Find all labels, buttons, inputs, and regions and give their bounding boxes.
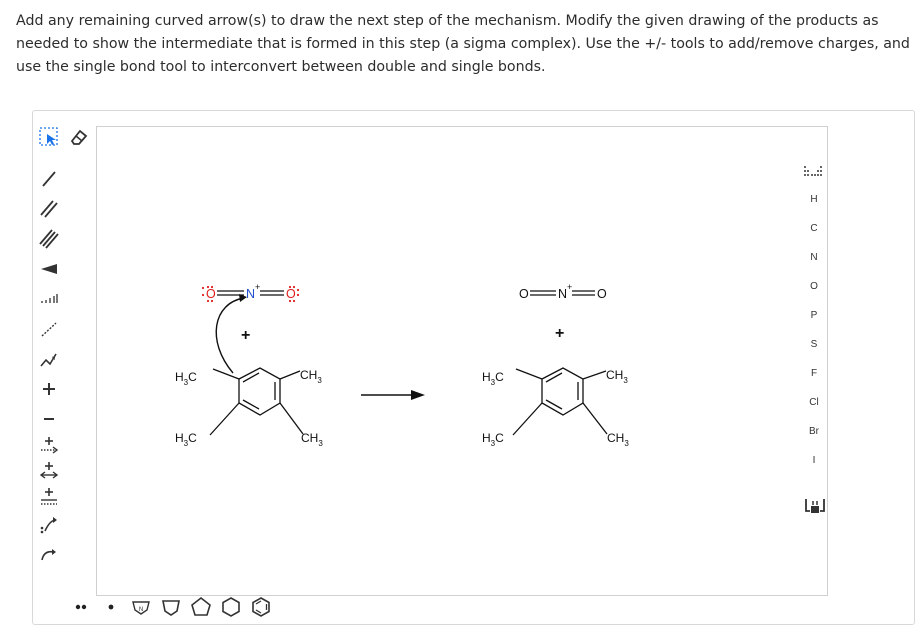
reaction-arrow[interactable] [361,390,425,400]
svg-text:H3C: H3C [175,431,197,448]
radical-dot-icon[interactable] [99,595,123,619]
minus-charge-icon[interactable] [37,407,61,431]
element-button-br[interactable]: Br [802,422,826,442]
svg-text:N: N [139,607,143,613]
svg-text:CH3: CH3 [301,431,323,448]
product-n-charge: + [567,282,572,292]
double-bond-icon[interactable] [37,197,61,221]
reactant-n-charge: + [255,282,260,292]
bottom-toolbar: N [63,593,323,621]
svg-text:CH3: CH3 [607,431,629,448]
reactant-o-left: O [206,287,216,301]
radical-plus-icon[interactable] [37,433,61,457]
curved-arrow-pair-icon[interactable] [37,513,61,537]
element-button-f[interactable]: F [802,364,826,384]
product-aromatic-ring[interactable]: H3C CH3 H3C CH3 [482,367,629,448]
element-button-o[interactable]: O [802,277,826,297]
product-n: N [558,287,567,301]
mechanism-drawing: O N + O + H3C CH3 H3C CH3 O N + O + H3C … [175,282,629,448]
reactant-n: N [246,287,255,301]
plus-charge-icon[interactable] [37,377,61,401]
benzene-icon[interactable] [249,595,273,619]
periodic-table-icon[interactable] [802,160,826,184]
lone-pair-icon[interactable] [69,595,93,619]
svg-text:CH3: CH3 [606,368,628,385]
svg-text:CH3: CH3 [300,368,322,385]
ring-template-icon[interactable] [803,494,827,518]
svg-text:H3C: H3C [482,431,504,448]
element-button-c[interactable]: C [802,219,826,239]
cyclopentane-icon[interactable] [189,595,213,619]
chain-icon[interactable]: n [37,347,61,371]
cyclopropane-icon[interactable]: N [129,595,153,619]
wedge-bond-icon[interactable] [37,257,61,281]
single-bond-icon[interactable] [37,167,61,191]
triple-bond-icon[interactable] [37,227,61,251]
element-list: H C N O P S F Cl Br I [802,190,826,490]
drawing-canvas[interactable]: O N + O + H3C CH3 H3C CH3 O N + O + H3C … [96,126,828,596]
reactant-aromatic-ring[interactable]: H3C CH3 H3C CH3 [175,367,323,448]
question-instructions: Add any remaining curved arrow(s) to dra… [16,13,910,75]
product-nitronium[interactable]: O N + O [519,282,607,301]
element-button-cl[interactable]: Cl [802,393,826,413]
element-button-p[interactable]: P [802,306,826,326]
left-toolbar: n [33,161,67,571]
eraser-icon[interactable] [67,125,91,149]
reactant-o-right: O [286,287,296,301]
cyclobutane-icon[interactable] [159,595,183,619]
product-plus-sign: + [555,325,564,342]
select-icon[interactable] [37,125,61,149]
wavy-bond-icon[interactable] [37,317,61,341]
cyclohexane-icon[interactable] [219,595,243,619]
element-button-n[interactable]: N [802,248,826,268]
lone-pair-plus-icon[interactable] [37,485,61,509]
element-button-h[interactable]: H [802,190,826,210]
radical-minus-icon[interactable] [37,459,61,483]
product-o-right: O [597,287,607,301]
curved-arrow-single-icon[interactable] [37,541,61,565]
hash-bond-icon[interactable] [37,287,61,311]
element-button-s[interactable]: S [802,335,826,355]
reactant-plus-sign: + [241,327,250,344]
element-button-i[interactable]: I [802,451,826,471]
svg-text:n: n [52,356,55,362]
svg-text:H3C: H3C [175,370,197,387]
reactant-nitronium[interactable]: O N + O [201,282,300,303]
product-o-left: O [519,287,529,301]
svg-text:H3C: H3C [482,370,504,387]
